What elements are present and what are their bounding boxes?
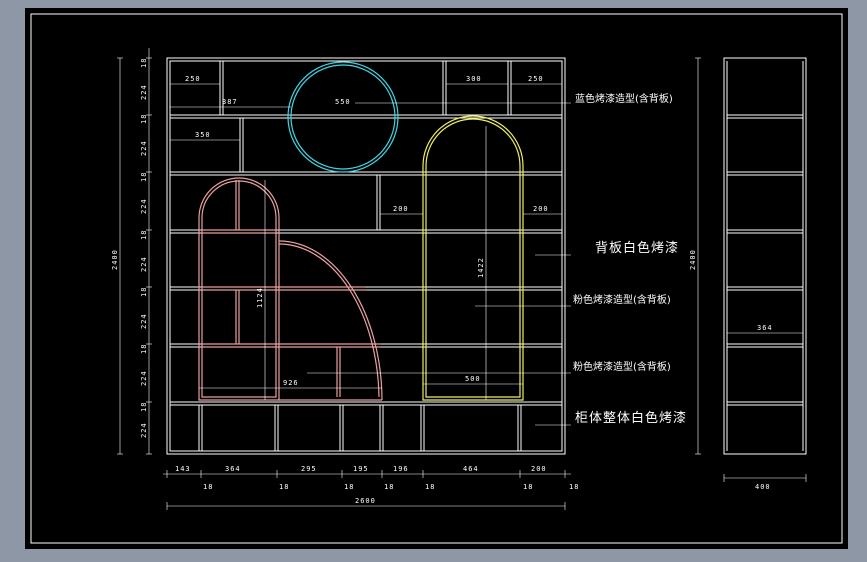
row-height-label: 18: [140, 114, 148, 124]
row-height-label: 18: [140, 230, 148, 240]
dim-2600: 2600: [355, 497, 376, 505]
row-height-label: 224: [140, 140, 148, 156]
bottom-segment-label: 295: [301, 465, 317, 473]
row-height-label: 224: [140, 422, 148, 438]
dim-500: 500: [465, 375, 481, 383]
dim-250-left: 250: [185, 75, 201, 83]
cabinet-frame: [166, 57, 566, 455]
note-blue-feature: 蓝色烤漆造型(含背板): [575, 92, 673, 105]
dim-1422: 1422: [477, 257, 485, 278]
bottom-segment-label: 200: [531, 465, 547, 473]
dim-926: 926: [283, 379, 299, 387]
note-pink-feature-1: 粉色烤漆造型(含背板): [573, 293, 671, 306]
row-height-label: 224: [140, 256, 148, 272]
row-height-label: 224: [140, 313, 148, 329]
bottom-thickness-label: 18: [384, 483, 394, 491]
bottom-segment-label: 195: [353, 465, 369, 473]
blue-circle-feature: [287, 61, 399, 173]
bottom-thickness-label: 18: [523, 483, 533, 491]
row-height-label: 224: [140, 198, 148, 214]
dim-550: 550: [335, 98, 351, 106]
bottom-thickness-labels: 18 18 18 18 18 18 18: [203, 483, 579, 491]
dim-2400-right: 2400: [689, 249, 697, 270]
row-height-label: 18: [140, 402, 148, 412]
sheet-border: [30, 13, 843, 544]
dim-400-side: 400: [755, 483, 771, 491]
dim-387: 387: [222, 98, 238, 106]
row-height-label: 18: [140, 172, 148, 182]
row-height-label: 224: [140, 84, 148, 100]
dim-300-right: 300: [466, 75, 482, 83]
row-height-label: 18: [140, 287, 148, 297]
cad-viewport: 250 300 250 387 550 350 200 200 1422 112…: [0, 0, 867, 562]
pink-arch-feature: [198, 177, 383, 401]
row-height-label: 18: [140, 344, 148, 354]
note-pink-feature-2: 粉色烤漆造型(含背板): [573, 360, 671, 373]
row-height-label: 224: [140, 370, 148, 386]
bottom-segment-labels: 143 364 295 195 196 464 200: [175, 465, 547, 473]
bottom-thickness-label: 18: [279, 483, 289, 491]
dim-364-side: 364: [757, 324, 773, 332]
bottom-thickness-label: 18: [569, 483, 579, 491]
drawing-canvas[interactable]: 250 300 250 387 550 350 200 200 1422 112…: [25, 8, 848, 549]
row-height-label: 18: [140, 58, 148, 68]
dim-350: 350: [195, 131, 211, 139]
bottom-thickness-label: 18: [203, 483, 213, 491]
elevation-drawing: 250 300 250 387 550 350 200 200 1422 112…: [30, 13, 843, 544]
dim-1124: 1124: [256, 287, 264, 308]
note-cabinet-body: 柜体整体白色烤漆: [575, 410, 687, 426]
dim-2400-left: 2400: [111, 249, 119, 270]
bottom-segment-label: 364: [225, 465, 241, 473]
bottom-thickness-label: 18: [425, 483, 435, 491]
dim-250-right: 250: [528, 75, 544, 83]
yellow-arch-feature: [422, 115, 524, 401]
note-back-panel: 背板白色烤漆: [595, 240, 679, 256]
dim-200-right: 200: [533, 205, 549, 213]
bottom-segment-label: 196: [393, 465, 409, 473]
bottom-thickness-label: 18: [344, 483, 354, 491]
dim-200-left: 200: [393, 205, 409, 213]
bottom-segment-label: 143: [175, 465, 191, 473]
row-height-labels: 18 224 18 224 18 224 18 224 18 224 18 224 18 224: [140, 58, 148, 438]
side-elevation: [723, 57, 807, 455]
bottom-segment-label: 464: [463, 465, 479, 473]
